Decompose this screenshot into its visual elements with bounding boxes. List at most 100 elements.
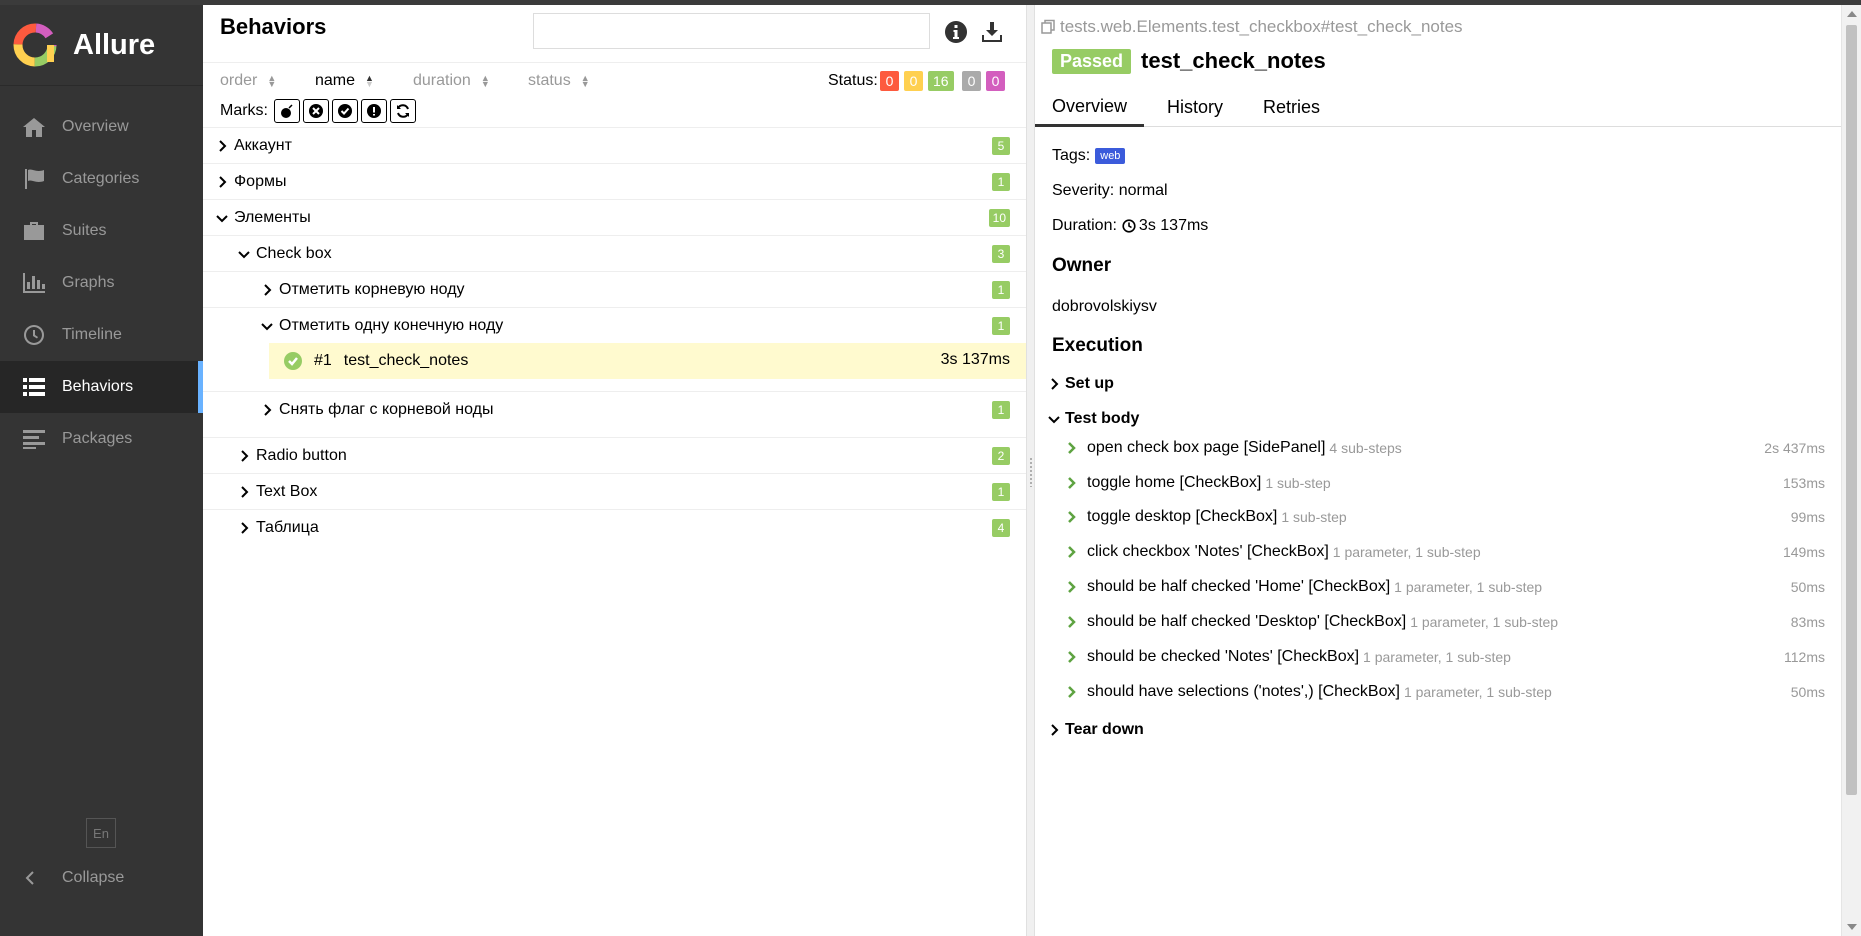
tree-node-uncheck-root[interactable]: Снять флаг с корневой ноды 1 [203, 391, 1026, 427]
step-row[interactable]: open check box page [SidePanel] 4 sub-st… [1065, 434, 1825, 462]
tree-node-elements[interactable]: Элементы 10 [203, 199, 1026, 235]
severity-text: Severity: normal [1052, 182, 1168, 199]
status-unknown-toggle[interactable]: 0 [986, 71, 1005, 91]
tree-node-text-box[interactable]: Text Box 1 [203, 473, 1026, 509]
passed-check-icon [284, 352, 302, 370]
step-row[interactable]: should have selections ('notes',) [Check… [1065, 678, 1825, 706]
sort-order[interactable]: order ▲ ▼ [220, 72, 276, 90]
bar-chart-icon [21, 272, 47, 294]
sidebar-item-packages[interactable]: Packages [0, 413, 203, 465]
chevron-right-icon [237, 449, 251, 463]
status-passed-toggle[interactable]: 16 [928, 71, 954, 91]
step-name: should have selections ('notes',) [Check… [1087, 683, 1400, 700]
chevron-right-icon [1065, 685, 1079, 699]
test-body-label: Test body [1065, 410, 1140, 427]
sort-name[interactable]: name ▲ ▼ [315, 72, 374, 90]
chevron-right-icon [1065, 615, 1079, 629]
chevron-right-icon [1065, 476, 1079, 490]
test-full-name[interactable]: tests.web.Elements.test_checkbox#test_ch… [1040, 17, 1463, 37]
teardown-step-group[interactable]: Tear down [1048, 721, 1144, 739]
teardown-label: Tear down [1065, 721, 1144, 738]
step-row[interactable]: toggle desktop [CheckBox] 1 sub-step 99m… [1065, 503, 1825, 531]
test-case-name: test_check_notes [343, 352, 469, 369]
new-failed-mark-button[interactable] [303, 99, 329, 123]
pane-splitter[interactable] [1026, 5, 1035, 936]
list-icon [21, 376, 47, 398]
brand-name: Allure [73, 28, 156, 61]
flaky-mark-button[interactable] [274, 99, 300, 123]
test-details-pane: tests.web.Elements.test_checkbox#test_ch… [1035, 5, 1841, 936]
test-case-number: #1 [314, 352, 332, 369]
tree-node-table[interactable]: Таблица 4 [203, 509, 1026, 545]
tab-history[interactable]: History [1150, 88, 1240, 127]
new-broken-mark-button[interactable] [361, 99, 387, 123]
chevron-right-icon [1065, 441, 1079, 455]
sidebar-item-overview[interactable]: Overview [0, 101, 203, 153]
scrollbar-thumb[interactable] [1846, 25, 1857, 795]
sort-status[interactable]: status ▲ ▼ [528, 72, 590, 90]
clock-icon [21, 324, 47, 346]
status-failed-toggle[interactable]: 0 [880, 71, 899, 91]
test-tabs: Overview History Retries [1035, 88, 1841, 127]
sidebar-item-graphs[interactable]: Graphs [0, 257, 203, 309]
count-badge: 1 [992, 173, 1010, 191]
allure-logo-icon [13, 23, 57, 67]
chevron-right-icon [215, 175, 229, 189]
step-duration: 50ms [1790, 579, 1825, 595]
step-row[interactable]: should be checked 'Notes' [CheckBox] 1 p… [1065, 643, 1825, 671]
scroll-down-icon[interactable] [1847, 924, 1857, 930]
status-badge: Passed [1052, 48, 1132, 74]
tree-node-check-leaf[interactable]: Отметить одну конечную ноду 1 [203, 307, 1026, 343]
step-row[interactable]: click checkbox 'Notes' [CheckBox] 1 para… [1065, 538, 1825, 566]
info-button[interactable] [943, 19, 969, 45]
setup-step-group[interactable]: Set up [1048, 375, 1114, 393]
sidebar-item-label: Overview [62, 118, 129, 135]
align-left-icon [21, 428, 47, 450]
scrollbar[interactable] [1841, 5, 1861, 936]
sidebar-item-categories[interactable]: Categories [0, 153, 203, 205]
count-badge: 4 [992, 519, 1010, 537]
status-filter-label: Status: [828, 72, 878, 89]
count-badge: 1 [992, 317, 1010, 335]
collapse-label: Collapse [62, 869, 125, 886]
tree-node-account[interactable]: Аккаунт 5 [203, 127, 1026, 163]
search-input[interactable] [533, 13, 930, 49]
language-switcher[interactable]: En [86, 818, 116, 848]
sidebar-item-suites[interactable]: Suites [0, 205, 203, 257]
step-name: toggle home [CheckBox] [1087, 474, 1262, 491]
scroll-up-icon[interactable] [1847, 11, 1857, 17]
sort-duration[interactable]: duration ▲ ▼ [413, 72, 490, 90]
sidebar-item-behaviors[interactable]: Behaviors [0, 361, 203, 413]
step-row[interactable]: should be half checked 'Home' [CheckBox]… [1065, 573, 1825, 601]
step-row[interactable]: toggle home [CheckBox] 1 sub-step 153ms [1065, 469, 1825, 497]
tree-node-check-box[interactable]: Check box 3 [203, 235, 1026, 271]
copy-icon [1041, 19, 1055, 34]
status-broken-toggle[interactable]: 0 [904, 71, 923, 91]
sidebar-item-timeline[interactable]: Timeline [0, 309, 203, 361]
briefcase-icon [21, 220, 47, 242]
step-duration: 99ms [1790, 509, 1825, 525]
step-sub-info: 1 sub-step [1265, 475, 1331, 491]
tab-overview[interactable]: Overview [1035, 88, 1145, 127]
status-skipped-toggle[interactable]: 0 [962, 71, 981, 91]
test-case-duration: 3s 137ms [940, 351, 1010, 368]
count-badge: 5 [992, 137, 1010, 155]
tab-retries[interactable]: Retries [1246, 88, 1337, 127]
step-row[interactable]: should be half checked 'Desktop' [CheckB… [1065, 608, 1825, 636]
execution-heading: Execution [1052, 335, 1143, 356]
test-body-step-group[interactable]: Test body [1048, 410, 1139, 428]
tree-node-label: Text Box [256, 482, 318, 500]
brand[interactable]: Allure [0, 5, 203, 86]
collapse-button[interactable]: Collapse [21, 863, 124, 893]
sidebar-item-label: Timeline [62, 326, 122, 343]
new-passed-mark-button[interactable] [332, 99, 358, 123]
tree-node-check-root[interactable]: Отметить корневую ноду 1 [203, 271, 1026, 307]
retries-mark-button[interactable] [390, 99, 416, 123]
download-button[interactable] [979, 19, 1005, 45]
tag-badge: web [1095, 148, 1126, 164]
bomb-icon [281, 104, 293, 118]
step-duration: 50ms [1790, 684, 1825, 700]
tree-node-forms[interactable]: Формы 1 [203, 163, 1026, 199]
test-case-row[interactable]: #1 test_check_notes 3s 137ms [269, 343, 1026, 379]
tree-node-radio-button[interactable]: Radio button 2 [203, 437, 1026, 473]
